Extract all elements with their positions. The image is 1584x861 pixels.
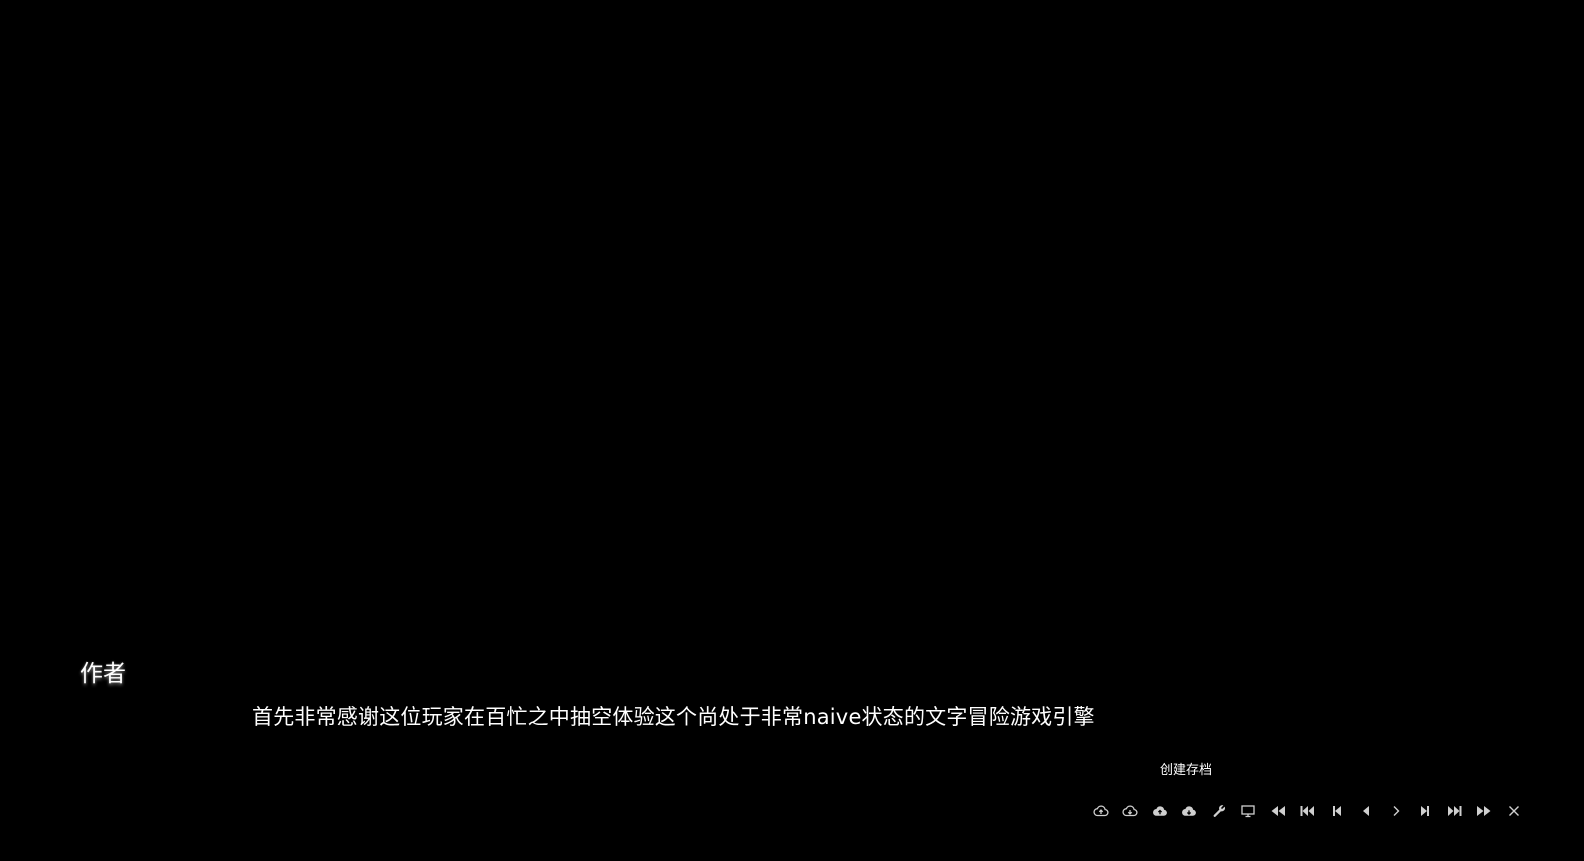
- skip-back-icon[interactable]: [1293, 796, 1323, 826]
- back-icon[interactable]: [1352, 796, 1382, 826]
- close-icon[interactable]: [1499, 796, 1529, 826]
- wrench-icon[interactable]: [1204, 796, 1234, 826]
- speaker-name: 作者: [80, 661, 126, 687]
- step-back-icon[interactable]: [1322, 796, 1352, 826]
- fast-forward-icon[interactable]: [1470, 796, 1500, 826]
- cloud-load-icon[interactable]: [1175, 796, 1205, 826]
- cloud-upload-icon[interactable]: [1086, 796, 1116, 826]
- control-toolbar: [1086, 796, 1529, 826]
- forward-icon[interactable]: [1381, 796, 1411, 826]
- cloud-save-icon[interactable]: [1145, 796, 1175, 826]
- rewind-icon[interactable]: [1263, 796, 1293, 826]
- step-forward-icon[interactable]: [1411, 796, 1441, 826]
- skip-forward-icon[interactable]: [1440, 796, 1470, 826]
- tooltip-label: 创建存档: [1160, 763, 1213, 778]
- monitor-icon[interactable]: [1234, 796, 1264, 826]
- cloud-download-icon[interactable]: [1116, 796, 1146, 826]
- dialogue-text[interactable]: 首先非常感谢这位玩家在百忙之中抽空体验这个尚处于非常naive状态的文字冒险游戏…: [252, 702, 1095, 732]
